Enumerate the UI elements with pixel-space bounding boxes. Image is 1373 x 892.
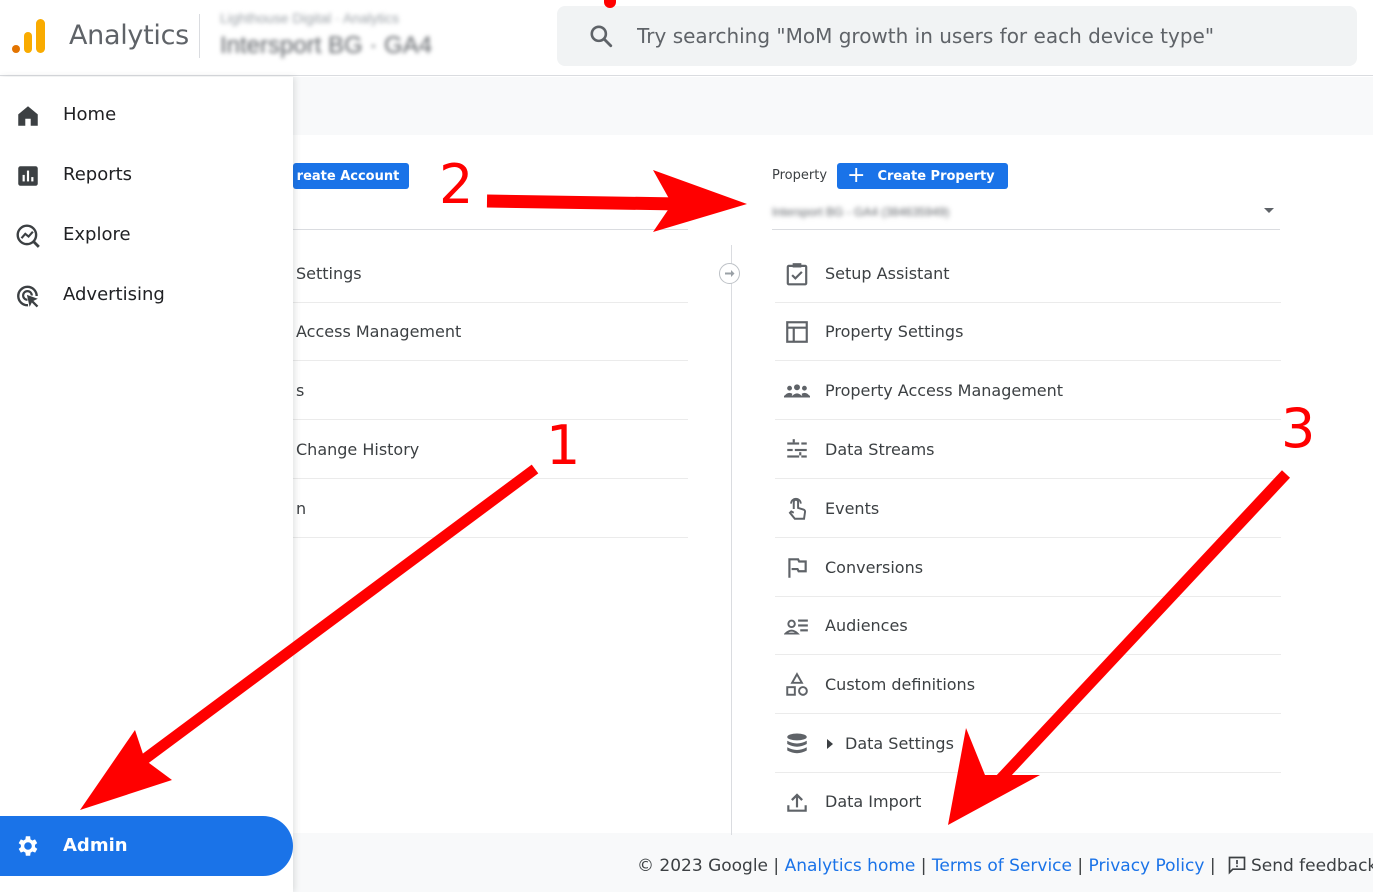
selected-property: Intersport BG - GA4 (384635949) xyxy=(772,205,950,219)
property-name: Intersport BG · GA4 xyxy=(220,32,433,59)
column-divider xyxy=(731,245,732,835)
footer-separator: | xyxy=(1209,856,1216,876)
row-label: Data Import xyxy=(825,792,922,811)
send-feedback-button[interactable]: Send feedback xyxy=(1221,856,1373,876)
plus-icon: + xyxy=(847,163,866,188)
footer: © 2023 Google | Analytics home | Terms o… xyxy=(637,855,1373,876)
row-label: Access Management xyxy=(296,322,462,341)
search-box[interactable] xyxy=(557,6,1357,66)
row-label: Property Access Management xyxy=(825,381,1064,400)
row-label: Change History xyxy=(296,440,420,459)
analytics-home-link[interactable]: Analytics home xyxy=(785,856,916,876)
app-title[interactable]: Analytics xyxy=(69,20,189,51)
nav-item-reports[interactable]: Reports xyxy=(0,150,293,202)
row-label: n xyxy=(296,499,307,518)
create-account-label: reate Account xyxy=(296,168,400,184)
property-select[interactable]: Intersport BG - GA4 (384635949) xyxy=(772,202,1280,230)
annotation-number-1: 1 xyxy=(546,414,581,477)
database-icon xyxy=(787,733,807,754)
terms-of-service-link[interactable]: Terms of Service xyxy=(932,856,1072,876)
shapes-icon xyxy=(786,672,808,696)
account-divider xyxy=(293,229,688,230)
account-row-5[interactable]: n xyxy=(293,480,688,538)
nav-label: Reports xyxy=(63,164,133,185)
row-label: Conversions xyxy=(825,558,924,577)
custom-definitions-row[interactable]: Custom definitions xyxy=(775,656,1281,714)
row-label: Events xyxy=(825,499,880,518)
arrow-right-circle-icon xyxy=(719,263,740,284)
analytics-logo-icon[interactable] xyxy=(12,18,46,54)
touch-icon xyxy=(788,497,806,520)
row-label: Data Streams xyxy=(825,440,935,459)
nav-label: Admin xyxy=(63,835,128,856)
advertising-icon xyxy=(17,285,39,308)
property-settings-icon xyxy=(786,321,808,343)
gear-icon xyxy=(18,836,38,856)
row-label: Custom definitions xyxy=(825,675,976,694)
setup-assistant-row[interactable]: Setup Assistant xyxy=(775,245,1281,303)
send-feedback-label: Send feedback xyxy=(1250,856,1373,876)
row-label: s xyxy=(296,381,305,400)
audiences-row[interactable]: Audiences xyxy=(775,597,1281,655)
account-change-history-row[interactable]: Change History xyxy=(293,421,688,479)
expand-arrow-icon[interactable] xyxy=(827,739,833,749)
row-label: Setup Assistant xyxy=(825,264,950,283)
left-navigation: Home Reports Explore Advertising Admin xyxy=(0,77,293,892)
explore-icon xyxy=(16,224,40,248)
account-name: Lighthouse Digital · Analytics xyxy=(220,10,399,26)
audiences-icon xyxy=(784,619,808,635)
nav-item-home[interactable]: Home xyxy=(0,90,293,142)
conversions-row[interactable]: Conversions xyxy=(775,539,1281,597)
row-label: Audiences xyxy=(825,616,908,635)
row-label: Property Settings xyxy=(825,322,964,341)
privacy-policy-link[interactable]: Privacy Policy xyxy=(1089,856,1205,876)
nav-label: Explore xyxy=(63,224,131,245)
nav-label: Advertising xyxy=(63,284,165,305)
feedback-icon xyxy=(1228,856,1246,875)
checklist-icon xyxy=(786,263,808,286)
annotation-number-3: 3 xyxy=(1281,397,1316,460)
people-icon xyxy=(784,384,810,398)
footer-separator: | xyxy=(1077,856,1084,876)
nav-item-admin[interactable]: Admin xyxy=(0,816,293,876)
data-streams-row[interactable]: Data Streams xyxy=(775,421,1281,479)
nav-label: Home xyxy=(63,104,117,125)
nav-item-explore[interactable]: Explore xyxy=(0,210,293,262)
home-icon xyxy=(18,106,38,126)
chevron-down-icon xyxy=(1264,208,1274,213)
row-label: Settings xyxy=(296,264,362,283)
account-row-3[interactable]: s xyxy=(293,362,688,420)
property-column-label: Property xyxy=(772,168,828,183)
create-property-label: Create Property xyxy=(877,168,995,184)
account-settings-row[interactable]: Settings xyxy=(293,245,688,303)
reports-icon xyxy=(18,166,38,186)
footer-separator: | xyxy=(920,856,927,876)
account-access-management-row[interactable]: Access Management xyxy=(293,303,688,361)
upload-icon xyxy=(787,793,807,812)
title-divider xyxy=(199,14,200,58)
arrow-right-icon xyxy=(725,270,735,277)
property-access-management-row[interactable]: Property Access Management xyxy=(775,362,1281,420)
copyright-text: © 2023 Google | xyxy=(637,856,780,876)
account-selector[interactable]: Lighthouse Digital · Analytics Interspor… xyxy=(220,8,540,64)
events-row[interactable]: Events xyxy=(775,480,1281,538)
top-bar: Analytics Lighthouse Digital · Analytics… xyxy=(0,0,1373,76)
data-import-row[interactable]: Data Import xyxy=(775,773,1281,831)
create-account-button[interactable]: reate Account xyxy=(293,163,409,189)
row-label: Data Settings xyxy=(845,734,954,753)
nav-item-advertising[interactable]: Advertising xyxy=(0,270,293,322)
create-property-button[interactable]: + Create Property xyxy=(837,163,1008,189)
data-streams-icon xyxy=(787,439,807,458)
search-icon xyxy=(590,25,613,48)
data-settings-row[interactable]: Data Settings xyxy=(775,715,1281,773)
annotation-number-2: 2 xyxy=(439,153,474,216)
search-input[interactable] xyxy=(637,20,1337,52)
flag-icon xyxy=(788,558,807,578)
property-settings-row[interactable]: Property Settings xyxy=(775,303,1281,361)
